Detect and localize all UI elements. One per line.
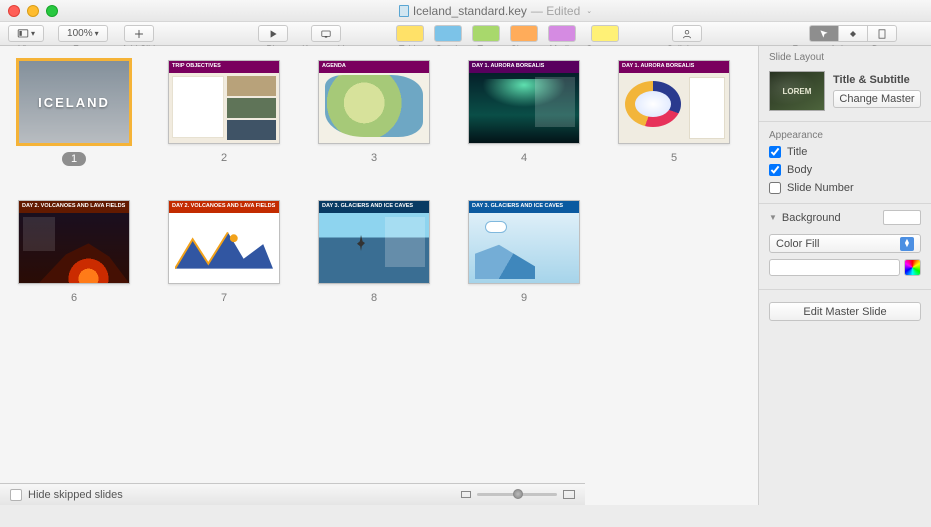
slide-6-bar: DAY 2. VOLCANOES AND LAVA FIELDS xyxy=(19,201,129,213)
background-label: Background xyxy=(782,212,841,224)
master-preview-thumb: LOREM xyxy=(769,71,825,111)
change-master-button[interactable]: Change Master xyxy=(833,90,921,108)
play-button[interactable] xyxy=(258,25,288,42)
slide-6[interactable]: DAY 2. VOLCANOES AND LAVA FIELDS 6 xyxy=(18,200,130,304)
slide-4-number: 4 xyxy=(521,152,527,164)
slide-3-bar: AGENDA xyxy=(319,61,429,73)
slide-3-number: 3 xyxy=(371,152,377,164)
slide-number-checkbox[interactable] xyxy=(769,182,781,194)
background-swatch[interactable] xyxy=(883,210,921,225)
disclosure-triangle-icon[interactable]: ▼ xyxy=(769,213,777,222)
animate-tab[interactable] xyxy=(838,25,867,42)
slide-2-bar: TRIP OBJECTIVES xyxy=(169,61,279,73)
title-checkbox-row[interactable]: Title xyxy=(759,143,931,161)
view-button[interactable]: ▾ xyxy=(8,25,44,42)
traffic-lights xyxy=(8,5,58,17)
zoom-selector[interactable]: 100%▾ xyxy=(58,25,108,42)
close-window-button[interactable] xyxy=(8,5,20,17)
slide-2-number: 2 xyxy=(221,152,227,164)
minimize-window-button[interactable] xyxy=(27,5,39,17)
zoom-out-icon[interactable] xyxy=(461,491,471,498)
slide-6-number: 6 xyxy=(71,292,77,304)
slide-9-bar: DAY 3. GLACIERS AND ICE CAVES xyxy=(469,201,579,213)
slide-4[interactable]: DAY 1. AURORA BOREALIS 4 xyxy=(468,60,580,166)
collaborate-button[interactable] xyxy=(672,25,702,42)
background-section-header[interactable]: ▼ Background xyxy=(759,203,931,231)
keynote-live-button[interactable] xyxy=(311,25,341,42)
select-stepper-icon: ▲▼ xyxy=(900,237,914,251)
slide-7[interactable]: DAY 2. VOLCANOES AND LAVA FIELDS 7 xyxy=(168,200,280,304)
file-name: Iceland_standard.key xyxy=(413,4,527,18)
edit-master-slide-button[interactable]: Edit Master Slide xyxy=(769,302,921,321)
graph-button[interactable] xyxy=(434,25,462,42)
slide-5-number: 5 xyxy=(671,152,677,164)
canvas-footer: Hide skipped slides xyxy=(0,483,585,505)
slide-layout-title: Slide Layout xyxy=(759,46,931,67)
title-checkbox-label: Title xyxy=(787,146,807,158)
body-checkbox-label: Body xyxy=(787,164,812,176)
title-checkbox[interactable] xyxy=(769,146,781,158)
document-tab[interactable] xyxy=(867,25,897,42)
zoom-slider[interactable] xyxy=(477,493,557,496)
edited-badge: — Edited xyxy=(531,4,580,18)
keynote-doc-icon xyxy=(399,5,409,17)
slide-3[interactable]: AGENDA 3 xyxy=(318,60,430,166)
slide-number-checkbox-label: Slide Number xyxy=(787,182,854,194)
slide-8-bar: DAY 3. GLACIERS AND ICE CAVES xyxy=(319,201,429,213)
fill-color-well[interactable] xyxy=(769,259,900,276)
title-chevron-down-icon[interactable]: ⌄ xyxy=(586,7,592,15)
slide-2[interactable]: TRIP OBJECTIVES 2 xyxy=(168,60,280,166)
slide-number-checkbox-row[interactable]: Slide Number xyxy=(759,179,931,197)
body-checkbox[interactable] xyxy=(769,164,781,176)
zoom-in-icon[interactable] xyxy=(563,490,575,499)
shape-button[interactable] xyxy=(510,25,538,42)
slide-5-bar: DAY 1. AURORA BOREALIS xyxy=(619,61,729,73)
slide-1[interactable]: ICELAND 1 xyxy=(18,60,130,166)
table-button[interactable] xyxy=(396,25,424,42)
media-button[interactable] xyxy=(548,25,576,42)
format-tab[interactable] xyxy=(809,25,838,42)
zoom-slider-knob[interactable] xyxy=(513,489,523,499)
slide-8[interactable]: DAY 3. GLACIERS AND ICE CAVES 8 xyxy=(318,200,430,304)
text-button[interactable] xyxy=(472,25,500,42)
layout-name: Title & Subtitle xyxy=(833,74,921,86)
body-checkbox-row[interactable]: Body xyxy=(759,161,931,179)
slide-9[interactable]: DAY 3. GLACIERS AND ICE CAVES 9 xyxy=(468,200,580,304)
main-area: ICELAND 1 TRIP OBJECTIVES 2 xyxy=(0,46,931,505)
hide-skipped-checkbox[interactable] xyxy=(10,489,22,501)
toolbar: ▾ View 100%▾ Zoom Add Slide Play Keynote… xyxy=(0,22,931,46)
slide-5[interactable]: DAY 1. AURORA BOREALIS 5 xyxy=(618,60,730,166)
slide-7-bar: DAY 2. VOLCANOES AND LAVA FIELDS xyxy=(169,201,279,213)
slide-8-number: 8 xyxy=(371,292,377,304)
appearance-section-label: Appearance xyxy=(759,122,931,143)
slide-light-table[interactable]: ICELAND 1 TRIP OBJECTIVES 2 xyxy=(0,46,758,505)
slide-1-title: ICELAND xyxy=(38,95,110,110)
hide-skipped-label: Hide skipped slides xyxy=(28,489,123,501)
slide-4-bar: DAY 1. AURORA BOREALIS xyxy=(469,61,579,73)
slide-1-number: 1 xyxy=(62,152,86,166)
inspector-sidebar: Slide Layout LOREM Title & Subtitle Chan… xyxy=(758,46,931,505)
fill-type-select[interactable]: Color Fill ▲▼ xyxy=(769,234,921,253)
zoom-value: 100% xyxy=(67,28,93,39)
comment-button[interactable] xyxy=(591,25,619,42)
fill-type-value: Color Fill xyxy=(776,238,819,250)
zoom-window-button[interactable] xyxy=(46,5,58,17)
window-titlebar: Iceland_standard.key — Edited ⌄ xyxy=(0,0,931,22)
add-slide-button[interactable] xyxy=(124,25,154,42)
slide-9-number: 9 xyxy=(521,292,527,304)
document-title: Iceland_standard.key — Edited ⌄ xyxy=(68,4,923,18)
slide-7-number: 7 xyxy=(221,292,227,304)
color-wheel-button[interactable] xyxy=(904,259,921,276)
